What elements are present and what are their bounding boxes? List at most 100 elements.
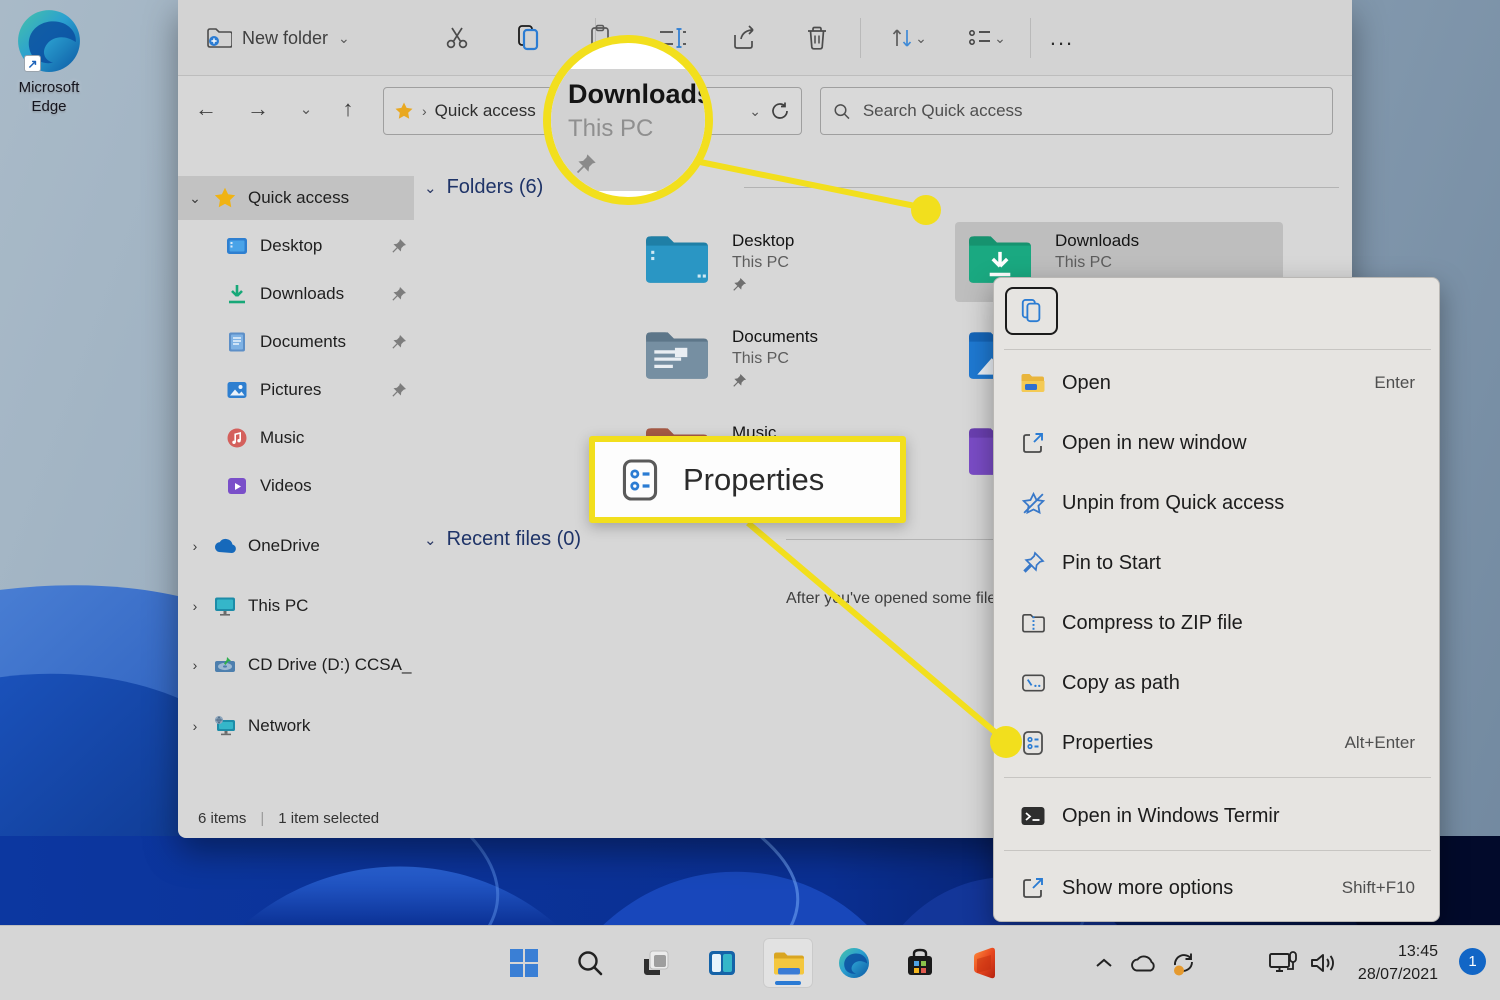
menu-item-open-windows-terminal[interactable]: Open in Windows Termir [1000, 786, 1435, 846]
sidebar-item-this-pc[interactable]: › This PC [178, 584, 414, 628]
address-dropdown-chevron-icon[interactable]: ⌄ [749, 103, 761, 120]
menu-item-label: Properties [1062, 732, 1345, 755]
clock[interactable]: 13:45 28/07/2021 [1358, 940, 1438, 986]
sidebar-item-pictures[interactable]: Pictures [178, 368, 414, 412]
context-copy-button[interactable] [1005, 287, 1058, 335]
office-taskbar-button[interactable] [961, 938, 1011, 988]
callout-title: Downloads [568, 79, 712, 110]
command-bar: New folder ⌄ [178, 0, 1352, 76]
menu-item-compress-zip[interactable]: Compress to ZIP file [1000, 593, 1435, 653]
widgets-icon [706, 947, 738, 979]
chevron-right-icon[interactable]: › [178, 657, 212, 673]
folder-tile-desktop[interactable]: Desktop This PC [632, 222, 960, 302]
more-options-button[interactable]: ... [1040, 16, 1084, 60]
menu-item-label: Pin to Start [1062, 552, 1415, 575]
properties-callout: Properties [589, 436, 906, 523]
widgets-button[interactable] [697, 938, 747, 988]
sidebar-item-label: Videos [260, 476, 414, 496]
history-chevron-button[interactable]: ⌄ [286, 89, 326, 129]
chevron-down-icon[interactable]: ⌄ [424, 179, 437, 197]
sidebar-item-music[interactable]: Music [178, 416, 414, 460]
pictures-icon [224, 378, 250, 402]
sort-button[interactable]: ⌄ [876, 16, 940, 60]
sidebar-item-label: Desktop [260, 236, 384, 256]
search-input[interactable] [863, 101, 1320, 121]
folders-section-header[interactable]: ⌄ Folders (6) [424, 176, 543, 199]
compress-zip-icon [1018, 612, 1048, 634]
sidebar-item-quick-access[interactable]: ⌄ Quick access [178, 176, 414, 220]
open-folder-icon [1018, 372, 1048, 394]
sidebar-item-network[interactable]: › Network [178, 704, 414, 748]
edge-taskbar-button[interactable] [829, 938, 879, 988]
sidebar-item-desktop[interactable]: Desktop [178, 224, 414, 268]
sort-icon [889, 26, 915, 50]
copy-button[interactable] [507, 16, 551, 60]
menu-item-copy-as-path[interactable]: Copy as path [1000, 653, 1435, 713]
up-button[interactable]: ↑ [328, 89, 368, 129]
chevron-right-icon[interactable]: › [178, 598, 212, 614]
search-button[interactable] [565, 938, 615, 988]
menu-item-unpin-quick-access[interactable]: Unpin from Quick access [1000, 473, 1435, 533]
recent-files-section-header[interactable]: ⌄ Recent files (0) [424, 528, 581, 551]
delete-button[interactable] [795, 16, 839, 60]
menu-item-pin-to-start[interactable]: Pin to Start [1000, 533, 1435, 593]
search-box[interactable] [820, 87, 1333, 135]
copy-icon [516, 24, 542, 52]
menu-separator [1004, 777, 1431, 778]
sidebar-item-cd-drive[interactable]: › CD Drive (D:) CCSA_ [178, 643, 414, 687]
pin-icon [384, 334, 414, 350]
volume-tray-button[interactable] [1302, 938, 1344, 988]
this-pc-icon [212, 594, 238, 618]
menu-item-open-new-window[interactable]: Open in new window [1000, 413, 1435, 473]
sidebar-item-downloads[interactable]: Downloads [178, 272, 414, 316]
microsoft-store-icon [904, 947, 936, 979]
pin-icon [384, 382, 414, 398]
menu-item-show-more-options[interactable]: Show more options Shift+F10 [1000, 858, 1435, 918]
menu-item-label: Show more options [1062, 877, 1342, 900]
quick-access-star-icon [212, 186, 238, 210]
properties-icon [1018, 730, 1048, 756]
menu-item-label: Copy as path [1062, 672, 1415, 695]
menu-item-open[interactable]: Open Enter [1000, 353, 1435, 413]
sidebar-item-label: Quick access [248, 188, 414, 208]
file-explorer-taskbar-button[interactable] [763, 938, 813, 988]
onedrive-tray-button[interactable] [1124, 938, 1162, 988]
navigation-bar: ← → ⌄ ↑ › Quick access ⌄ [178, 77, 1352, 145]
edge-desktop-shortcut[interactable]: ↗ Microsoft Edge [6, 8, 92, 116]
sidebar-item-videos[interactable]: Videos [178, 464, 414, 508]
sidebar-item-label: This PC [248, 596, 414, 616]
sidebar-item-onedrive[interactable]: › OneDrive [178, 524, 414, 568]
cd-drive-icon [212, 653, 238, 677]
chevron-right-icon[interactable]: › [178, 718, 212, 734]
edge-icon [838, 947, 870, 979]
new-folder-button[interactable]: New folder ⌄ [206, 16, 350, 60]
chevron-up-icon [1095, 957, 1113, 969]
chevron-down-icon[interactable]: ⌄ [178, 190, 212, 207]
sort-chevron-icon: ⌄ [915, 30, 927, 47]
chevron-down-icon[interactable]: ⌄ [424, 531, 437, 549]
cut-button[interactable] [435, 16, 479, 60]
sidebar-item-documents[interactable]: Documents [178, 320, 414, 364]
view-button[interactable]: ⌄ [954, 16, 1020, 60]
folder-tile-documents[interactable]: Documents This PC [632, 318, 960, 398]
network-tray-button[interactable] [1262, 938, 1304, 988]
back-button[interactable]: ← [186, 89, 226, 129]
quick-access-star-icon [394, 101, 414, 121]
store-taskbar-button[interactable] [895, 938, 945, 988]
share-button[interactable] [723, 16, 767, 60]
folders-header-label: Folders (6) [447, 176, 544, 199]
start-button[interactable] [499, 938, 549, 988]
menu-item-label: Open in Windows Termir [1062, 805, 1415, 828]
refresh-icon[interactable] [769, 100, 791, 122]
pin-to-start-icon [1018, 551, 1048, 575]
forward-button[interactable]: → [238, 89, 278, 129]
notification-badge[interactable]: 1 [1459, 948, 1486, 975]
tray-chevron-button[interactable] [1086, 938, 1122, 988]
sidebar-item-label: Music [260, 428, 414, 448]
sync-tray-button[interactable] [1164, 938, 1204, 988]
task-view-button[interactable] [631, 938, 681, 988]
chevron-right-icon[interactable]: › [178, 538, 212, 554]
menu-separator [1004, 349, 1431, 350]
new-folder-icon [206, 26, 232, 50]
menu-item-properties[interactable]: Properties Alt+Enter [1000, 713, 1435, 773]
